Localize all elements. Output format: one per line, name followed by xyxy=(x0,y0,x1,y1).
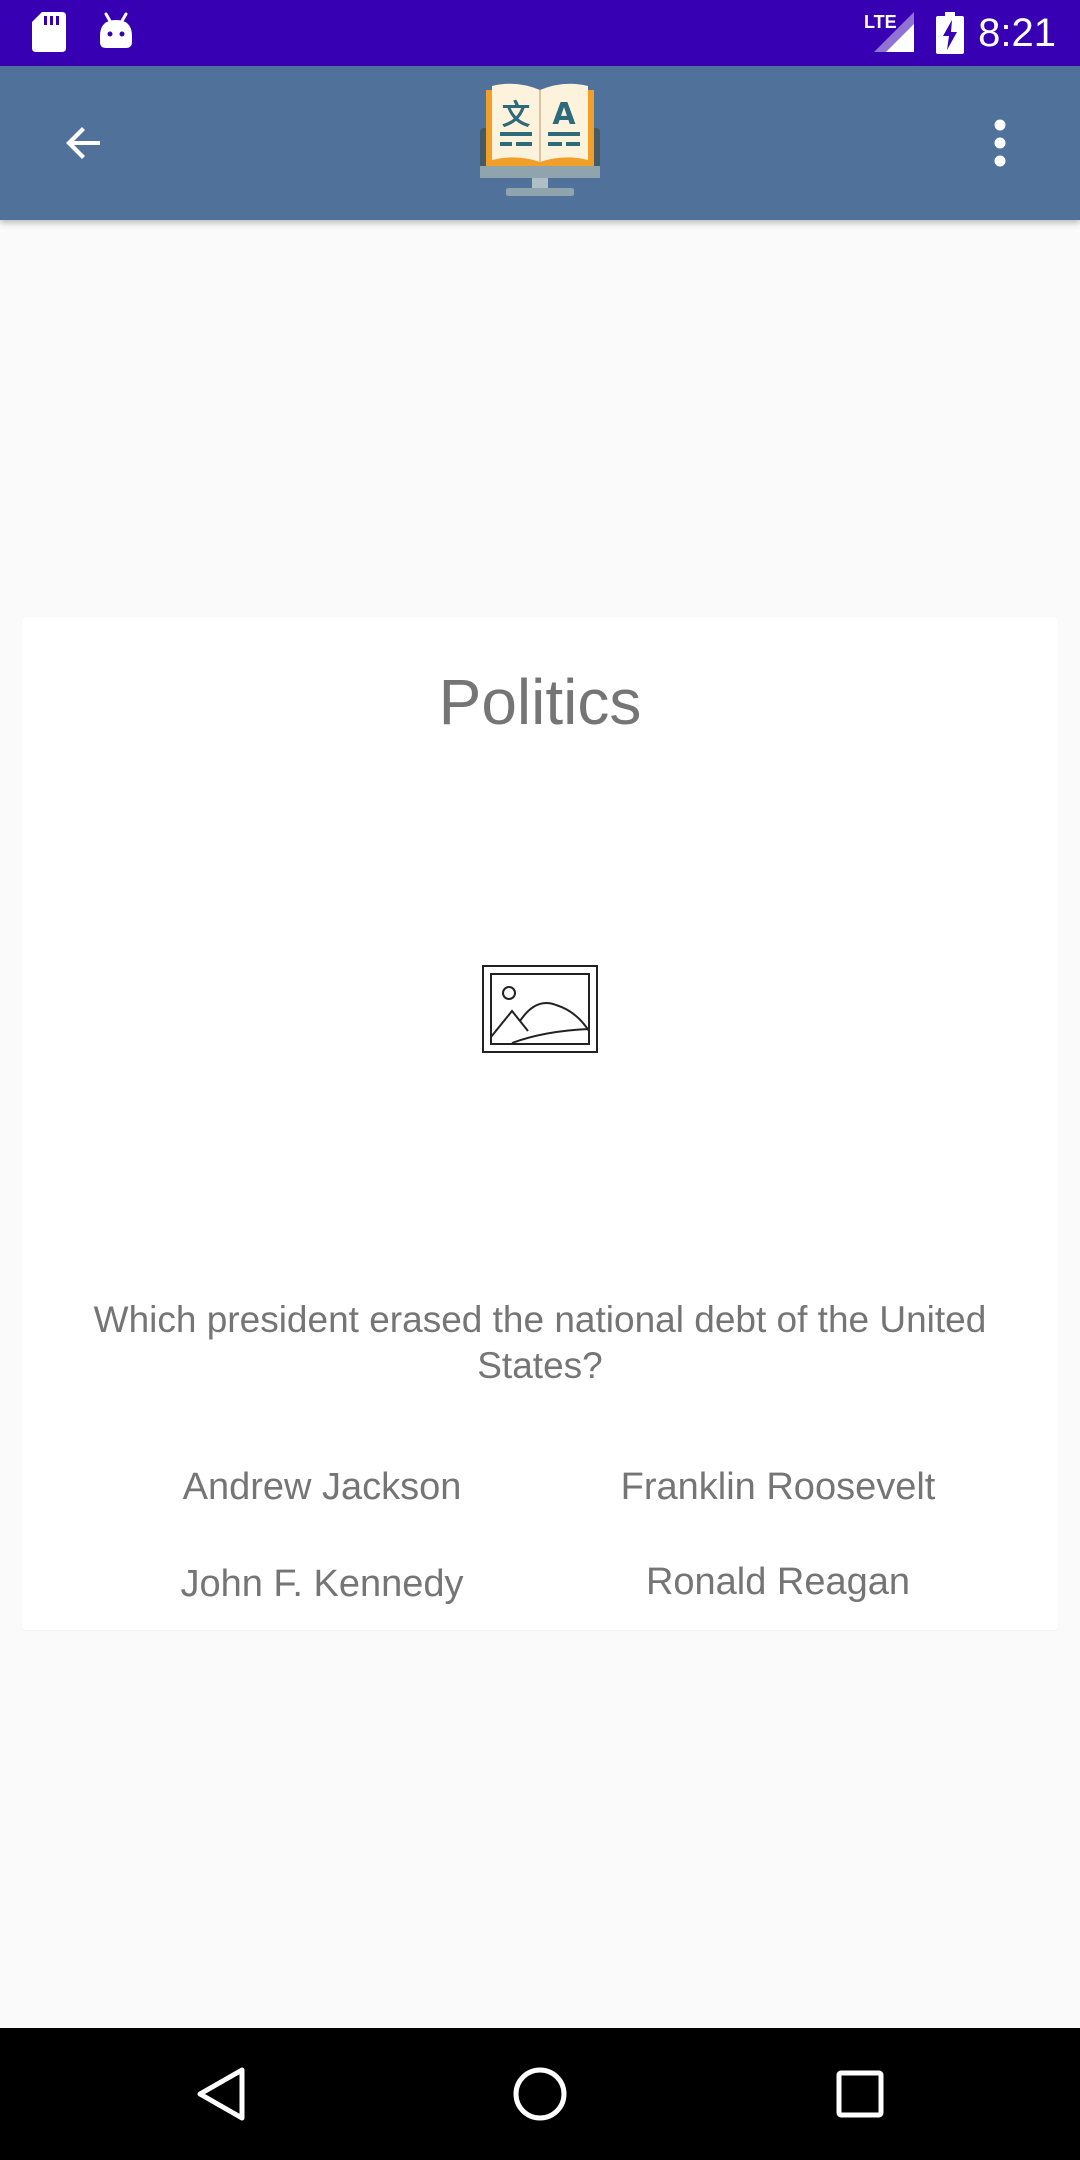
overflow-menu-button[interactable] xyxy=(960,103,1040,183)
arrow-back-icon xyxy=(66,127,100,159)
signal-icon xyxy=(874,12,914,52)
clock-time: 8:21 xyxy=(978,11,1056,55)
nav-recents-button[interactable] xyxy=(820,2054,900,2134)
category-title: Politics xyxy=(438,666,642,738)
nav-back-button[interactable] xyxy=(181,2054,261,2134)
nav-home-button[interactable] xyxy=(500,2054,580,2134)
app-bar: 文 A xyxy=(0,66,1080,220)
answer-option-4[interactable]: Ronald Reagan xyxy=(558,1552,998,1612)
image-placeholder-icon xyxy=(482,965,598,1053)
book-monitor-logo: 文 A xyxy=(480,83,600,196)
back-button[interactable] xyxy=(44,103,124,183)
answer-option-1[interactable]: Andrew Jackson xyxy=(102,1457,542,1517)
answer-option-2[interactable]: Franklin Roosevelt xyxy=(558,1457,998,1517)
nav-recents-icon xyxy=(836,2070,884,2118)
question-card: Politics Which president erased the nati… xyxy=(22,617,1058,1630)
nav-home-icon xyxy=(513,2067,567,2121)
more-vert-icon xyxy=(994,119,1006,167)
status-bar: LTE 8:21 xyxy=(0,0,1080,66)
battery-charging-icon xyxy=(936,12,964,54)
nav-back-icon xyxy=(197,2067,245,2121)
logo-glyph-left: 文 xyxy=(502,98,530,131)
android-icon xyxy=(100,12,132,48)
question-text: Which president erased the national debt… xyxy=(93,1299,987,1386)
sd-card-icon xyxy=(32,12,66,52)
logo-glyph-right: A xyxy=(552,97,576,132)
answer-option-3[interactable]: John F. Kennedy xyxy=(102,1554,542,1614)
navigation-bar xyxy=(0,2028,1080,2160)
